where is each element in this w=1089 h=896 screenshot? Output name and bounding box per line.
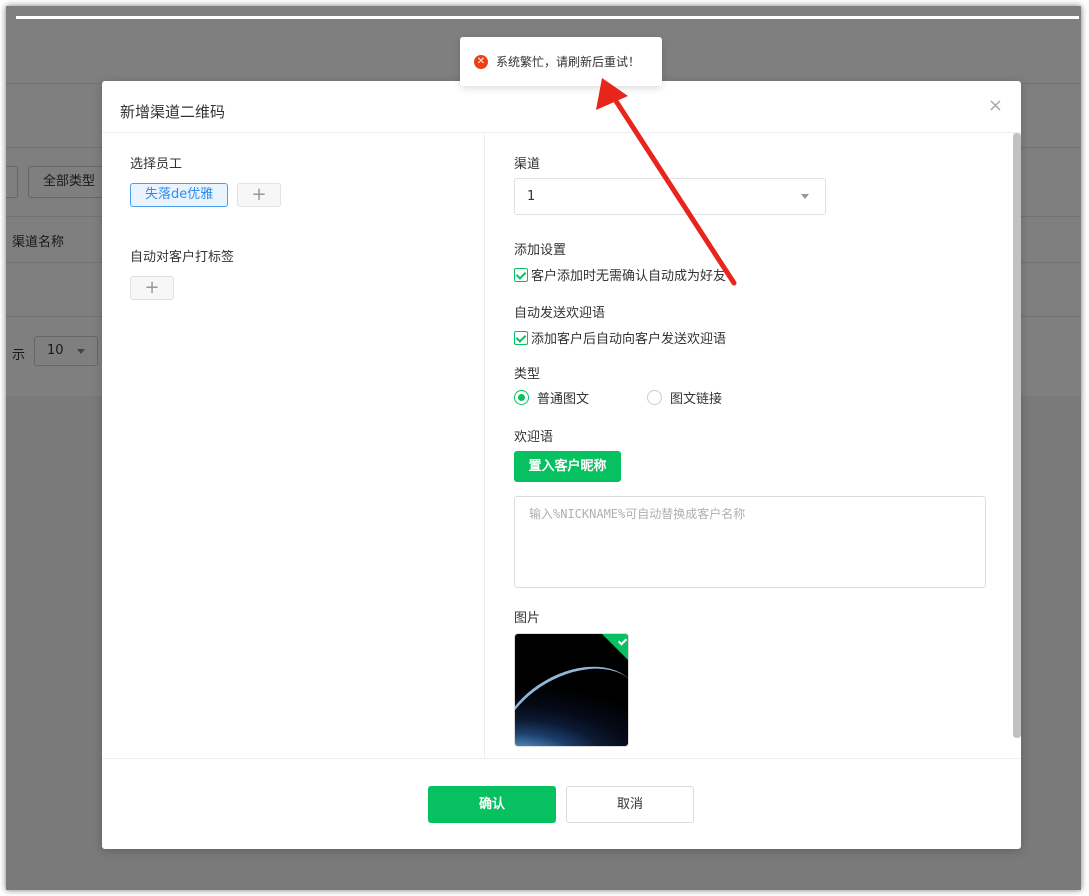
screenshot-frame: 全部类型 渠道名称 示 10 新增渠道二维码 × 选择员工 失落de优雅 + 自… bbox=[6, 6, 1081, 890]
annotation-arrow-shaft bbox=[611, 95, 737, 286]
annotation-arrow bbox=[596, 78, 737, 286]
annotation-arrow-head bbox=[596, 78, 628, 110]
